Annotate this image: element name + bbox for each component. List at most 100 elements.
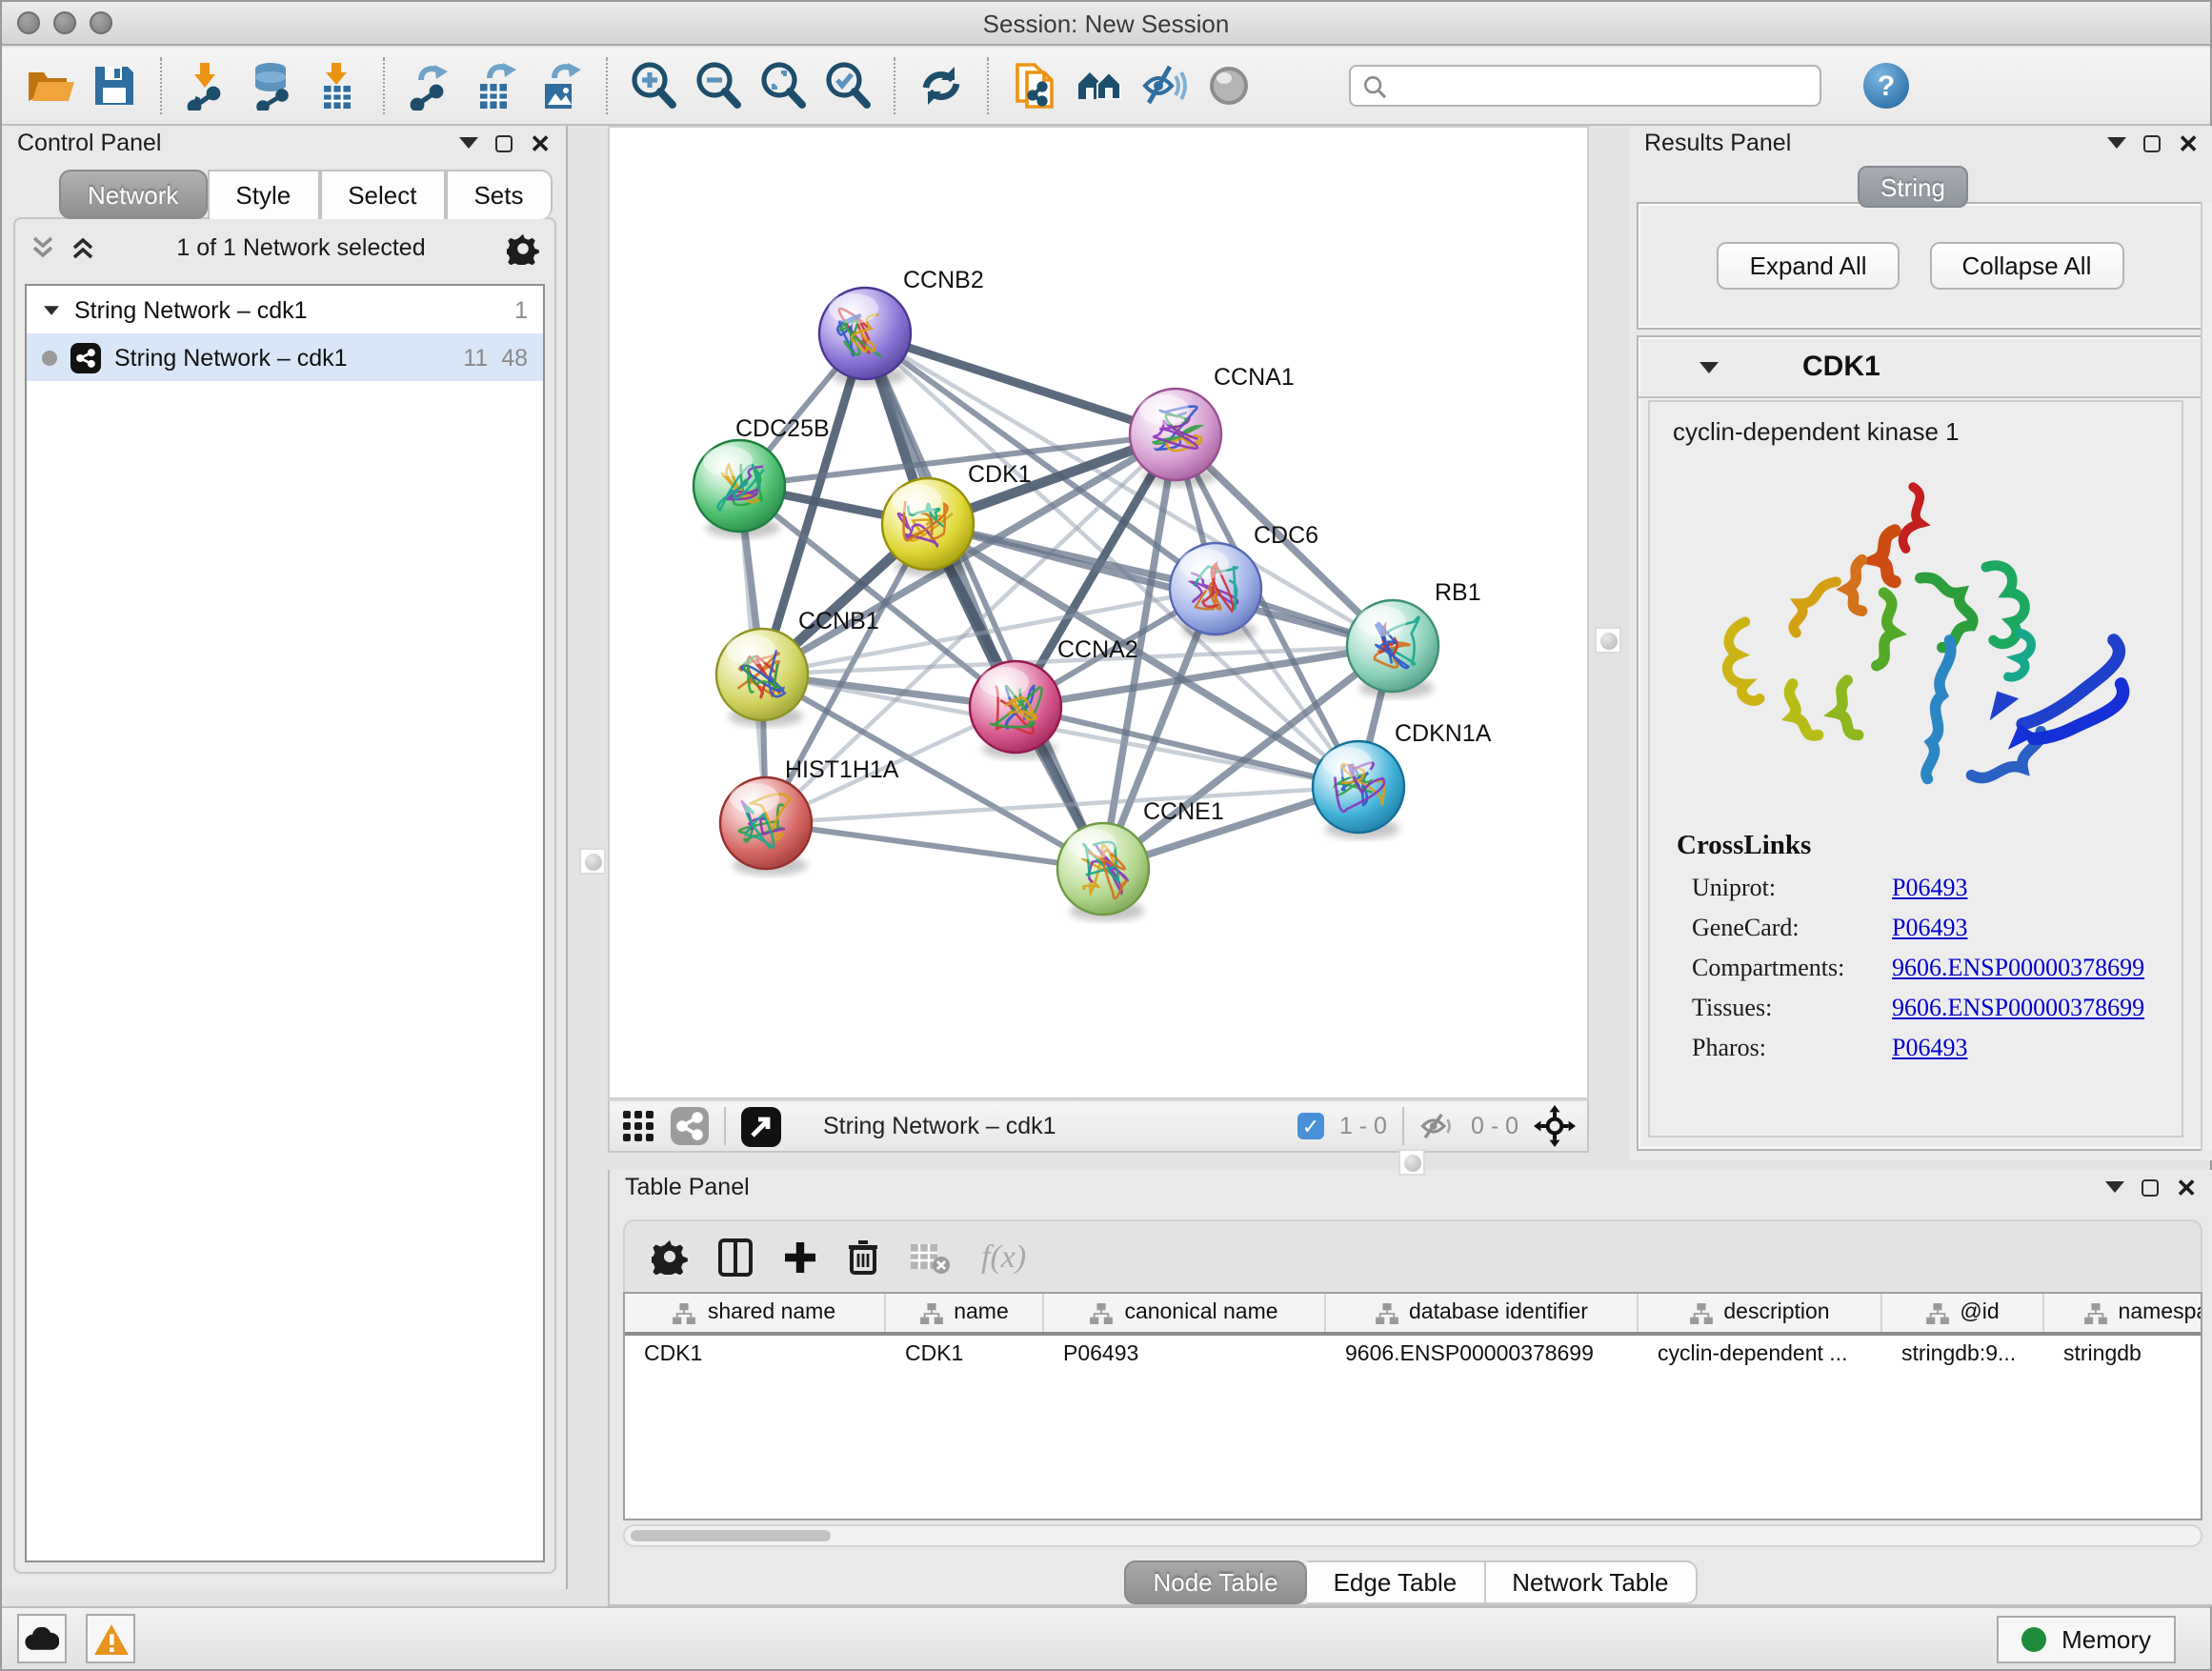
collapse-all-networks-icon[interactable] <box>30 234 55 261</box>
save-session-button[interactable] <box>82 55 147 116</box>
panel-float-icon[interactable] <box>2142 1178 2159 1196</box>
panel-float-icon[interactable] <box>495 134 513 151</box>
crosslink-link[interactable]: 9606.ENSP00000378699 <box>1892 952 2144 982</box>
import-table-button[interactable] <box>305 55 370 116</box>
panel-close-icon[interactable]: ✕ <box>2176 1178 2197 1196</box>
column-header-database-identifier[interactable]: database identifier <box>1326 1294 1639 1332</box>
network-row[interactable]: String Network – cdk1 11 48 <box>27 333 543 381</box>
table-toolbar: f(x) <box>623 1219 2202 1292</box>
birds-eye-icon[interactable] <box>1534 1105 1576 1147</box>
save-icon <box>90 61 139 111</box>
crosslink-label: Pharos: <box>1692 1032 1892 1062</box>
table-settings-button[interactable] <box>652 1238 688 1275</box>
search-input[interactable] <box>1387 72 1808 99</box>
panel-menu-icon[interactable] <box>459 137 478 149</box>
right-splitter-handle[interactable] <box>1595 627 1621 654</box>
gene-collapse-icon[interactable] <box>1699 361 1719 372</box>
bottom-splitter-handle[interactable] <box>1398 1149 1425 1176</box>
glass-ball-toggle-button[interactable] <box>1196 55 1261 116</box>
table-cell: CDK1 <box>886 1336 1044 1378</box>
results-scrollbar[interactable] <box>2201 202 2212 1151</box>
expand-all-button[interactable]: Expand All <box>1718 242 1900 290</box>
create-column-button[interactable] <box>783 1239 817 1274</box>
help-button[interactable]: ? <box>1863 63 1909 109</box>
node-table[interactable]: shared namenamecanonical namedatabase id… <box>623 1292 2202 1520</box>
selected-checkbox-icon[interactable]: ✓ <box>1297 1113 1324 1139</box>
column-header-description[interactable]: description <box>1639 1294 1882 1332</box>
search-box[interactable] <box>1349 65 1821 107</box>
edge-HIST1H1A-CCNE1 <box>766 823 1103 869</box>
crosslink-link[interactable]: P06493 <box>1892 912 1967 942</box>
grid-view-icon[interactable] <box>621 1109 655 1143</box>
gear-icon[interactable] <box>507 232 539 264</box>
node-label-CCNB2: CCNB2 <box>903 267 984 293</box>
show-columns-button[interactable] <box>718 1238 753 1276</box>
cloud-status-button[interactable] <box>17 1614 67 1663</box>
protein-structure-image <box>1676 465 2156 812</box>
zoom-fit-button[interactable] <box>751 55 815 116</box>
export-table-button[interactable] <box>463 55 528 116</box>
open-session-button[interactable] <box>17 55 82 116</box>
tab-sets[interactable]: Sets <box>445 170 552 219</box>
zoom-selected-button[interactable] <box>815 55 880 116</box>
warnings-button[interactable] <box>86 1614 135 1663</box>
zoom-out-button[interactable] <box>686 55 751 116</box>
collapse-all-button[interactable]: Collapse All <box>1930 242 2124 290</box>
gene-symbol: CDK1 <box>1802 351 1880 383</box>
delete-column-button[interactable] <box>848 1238 878 1275</box>
export-network-button[interactable] <box>398 55 463 116</box>
column-header-canonical-name[interactable]: canonical name <box>1044 1294 1326 1332</box>
tab-style[interactable]: Style <box>207 170 319 219</box>
column-header-name[interactable]: name <box>886 1294 1044 1332</box>
panel-menu-icon[interactable] <box>2107 137 2126 149</box>
results-actions-box: Expand All Collapse All <box>1637 202 2204 330</box>
tab-network-table[interactable]: Network Table <box>1485 1560 1697 1604</box>
panel-float-icon[interactable] <box>2143 134 2161 151</box>
window-zoom-button[interactable] <box>90 11 112 34</box>
column-header-shared-name[interactable]: shared name <box>625 1294 886 1332</box>
table-hscrollbar-thumb[interactable] <box>631 1530 831 1541</box>
window-close-button[interactable] <box>17 11 40 34</box>
tab-select[interactable]: Select <box>319 170 445 219</box>
tab-string[interactable]: String <box>1858 166 1968 208</box>
export-network-icon <box>406 61 455 111</box>
panel-close-icon[interactable]: ✕ <box>2178 134 2199 151</box>
copy-network-button[interactable] <box>1002 55 1067 116</box>
column-header-namespace[interactable]: namespace <box>2044 1294 2202 1332</box>
table-cell: 9606.ENSP00000378699 <box>1326 1336 1639 1378</box>
tab-edge-table[interactable]: Edge Table <box>1307 1560 1486 1604</box>
expand-all-networks-icon[interactable] <box>70 234 95 261</box>
window-minimize-button[interactable] <box>53 11 76 34</box>
string-home-button[interactable] <box>1067 55 1132 116</box>
tab-network[interactable]: Network <box>59 170 207 219</box>
network-collection-row[interactable]: String Network – cdk1 1 <box>27 286 543 333</box>
import-network-button[interactable] <box>175 55 240 116</box>
table-hscrollbar[interactable] <box>623 1524 2202 1547</box>
memory-button[interactable]: Memory <box>1997 1615 2176 1662</box>
import-network-from-database-button[interactable] <box>240 55 305 116</box>
gene-header-row[interactable]: CDK1 <box>1639 337 2202 398</box>
network-canvas[interactable]: CCNB2CCNA1CDC25BCDK1CDC6RB1CCNB1CCNA2CDK… <box>608 126 1589 1099</box>
function-builder-button[interactable]: f(x) <box>981 1238 1026 1276</box>
open-in-new-window-icon[interactable] <box>741 1106 781 1146</box>
crosslink-link[interactable]: P06493 <box>1892 872 1967 902</box>
panel-menu-icon[interactable] <box>2105 1181 2124 1193</box>
apply-layout-button[interactable] <box>909 55 974 116</box>
collection-expand-icon[interactable] <box>44 305 59 314</box>
delete-table-button[interactable] <box>909 1239 951 1274</box>
crosslink-link[interactable]: 9606.ENSP00000378699 <box>1892 992 2144 1022</box>
left-splitter-handle[interactable] <box>579 848 606 875</box>
export-image-button[interactable] <box>528 55 593 116</box>
toggle-visibility-button[interactable] <box>1132 55 1196 116</box>
node-label-CDC6: CDC6 <box>1254 522 1318 549</box>
column-header-@id[interactable]: @id <box>1882 1294 2044 1332</box>
table-row[interactable]: CDK1CDK1P064939606.ENSP00000378699cyclin… <box>625 1336 2201 1378</box>
panel-close-icon[interactable]: ✕ <box>530 134 551 151</box>
crosslink-link[interactable]: P06493 <box>1892 1032 1967 1062</box>
network-graph[interactable]: CCNB2CCNA1CDC25BCDK1CDC6RB1CCNB1CCNA2CDK… <box>610 128 1587 1097</box>
crosslink-row: Compartments:9606.ENSP00000378699 <box>1650 947 2182 987</box>
share-view-icon[interactable] <box>671 1107 709 1145</box>
tab-node-table[interactable]: Node Table <box>1124 1560 1306 1604</box>
trash-icon <box>848 1238 878 1275</box>
zoom-in-button[interactable] <box>621 55 686 116</box>
